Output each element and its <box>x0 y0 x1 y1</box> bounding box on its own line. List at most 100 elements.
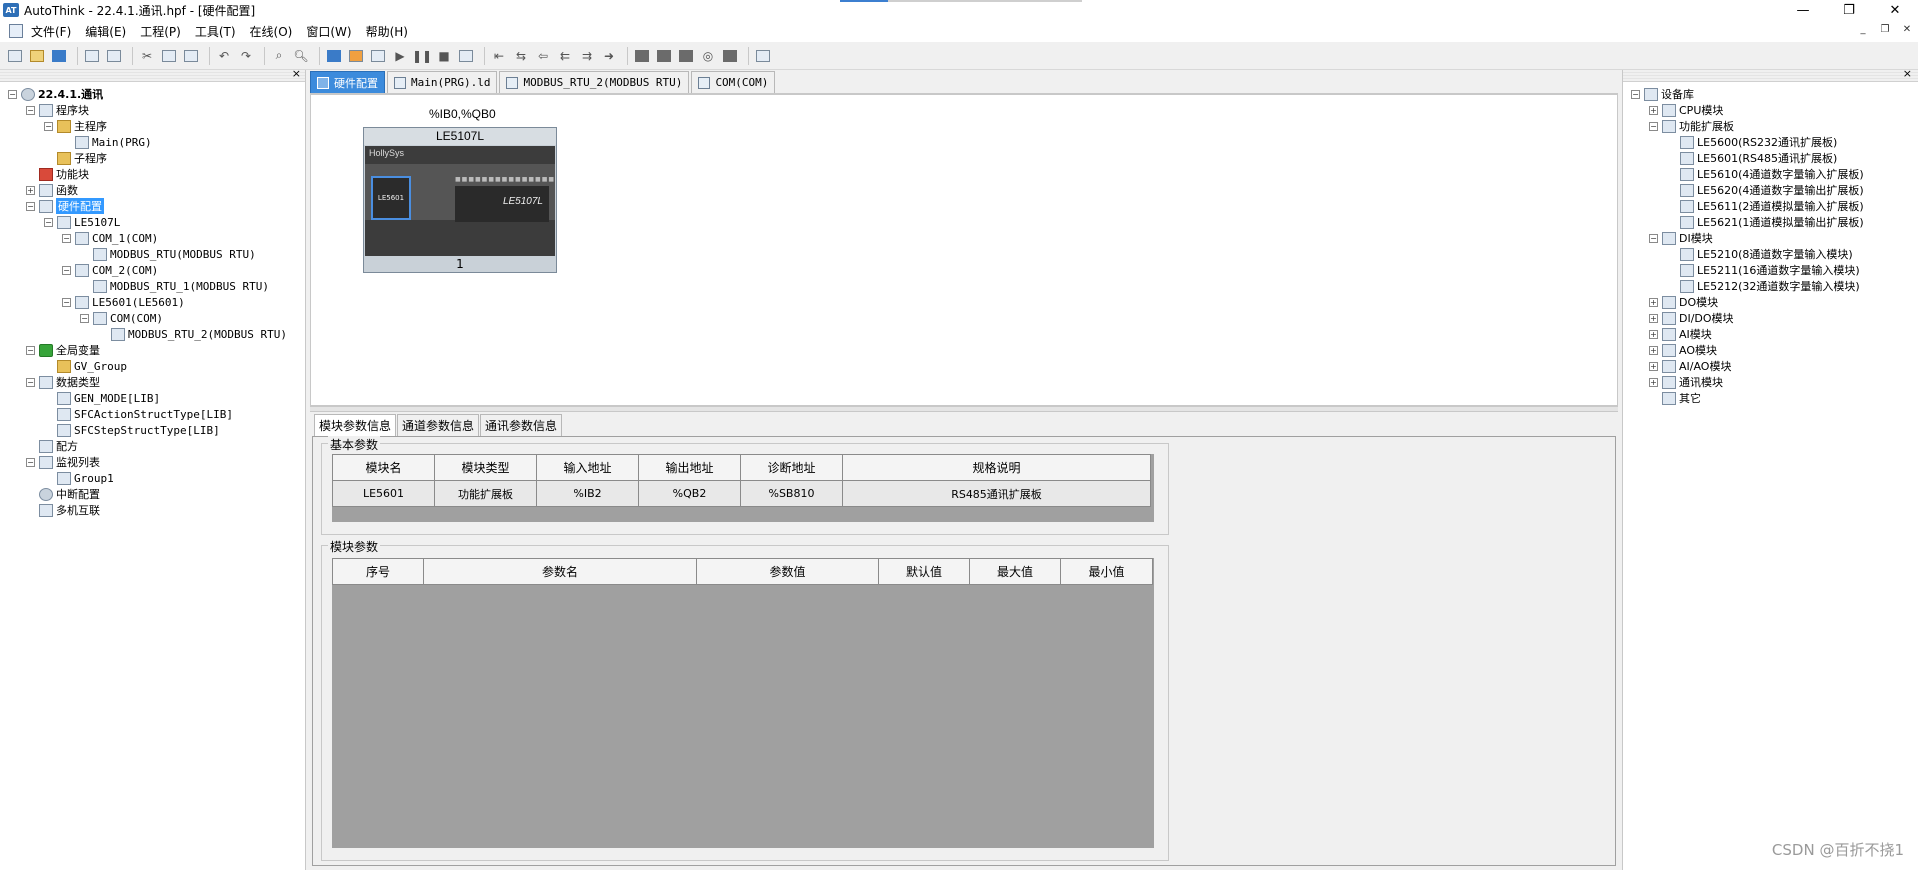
menu-file[interactable]: 文件(F) <box>31 23 71 40</box>
mdi-close-button[interactable]: ✕ <box>1896 24 1918 35</box>
library-item[interactable]: LE5620(4通道数字量输出扩展板) <box>1667 182 1864 198</box>
column-header[interactable]: 诊断地址 <box>740 454 843 481</box>
menu-project[interactable]: 工程(P) <box>140 23 181 40</box>
tree-item[interactable]: − 数据类型 <box>26 374 100 390</box>
expand-icon[interactable]: + <box>1649 105 1658 115</box>
expand-icon[interactable]: + <box>1649 297 1658 307</box>
collapse-icon[interactable]: − <box>8 89 17 99</box>
layout-2-icon[interactable] <box>655 47 673 65</box>
tree-item[interactable]: − LE5601(LE5601) <box>62 294 185 310</box>
column-header[interactable]: 最大值 <box>969 558 1061 585</box>
hardware-config-canvas[interactable]: %IB0,%QB0 LE5107L HollySys ■■■■■■■■■■■■■… <box>310 94 1618 406</box>
compile-icon[interactable] <box>325 47 343 65</box>
close-panel-icon[interactable]: × <box>1903 67 1912 80</box>
open-folder-icon[interactable] <box>28 47 46 65</box>
minimize-button[interactable]: — <box>1780 0 1826 20</box>
close-panel-icon[interactable]: × <box>292 67 301 80</box>
expand-icon[interactable]: + <box>1649 361 1658 371</box>
collapse-icon[interactable]: − <box>26 105 35 115</box>
library-item[interactable]: LE5211(16通道数字量输入模块) <box>1667 262 1860 278</box>
collapse-icon[interactable]: − <box>62 265 71 275</box>
column-header[interactable]: 规格说明 <box>842 454 1151 481</box>
column-header[interactable]: 输出地址 <box>638 454 741 481</box>
library-item[interactable]: − DI模块 <box>1649 230 1713 246</box>
library-item[interactable]: 其它 <box>1649 390 1701 406</box>
step-back-icon[interactable]: ⇇ <box>556 47 574 65</box>
tree-item[interactable]: MODBUS_RTU(MODBUS RTU) <box>80 246 256 262</box>
screen-icon[interactable] <box>754 47 772 65</box>
tree-item[interactable]: − COM(COM) <box>80 310 163 326</box>
collapse-icon[interactable]: − <box>80 313 89 323</box>
tree-item[interactable]: 功能块 <box>26 166 89 182</box>
library-item[interactable]: + CPU模块 <box>1649 102 1723 118</box>
editor-tab[interactable]: 硬件配置 <box>310 71 385 93</box>
tree-item[interactable]: − 22.4.1.通讯 <box>8 86 103 102</box>
tab-module-params[interactable]: 模块参数信息 <box>314 414 397 436</box>
tree-item[interactable]: GEN_MODE[LIB] <box>44 390 160 406</box>
collapse-icon[interactable]: − <box>1649 233 1658 243</box>
menu-help[interactable]: 帮助(H) <box>366 23 408 40</box>
search-icon[interactable]: 🔍︎ <box>292 47 310 65</box>
library-item[interactable]: LE5212(32通道数字量输入模块) <box>1667 278 1860 294</box>
menu-tools[interactable]: 工具(T) <box>195 23 236 40</box>
layout-3-icon[interactable] <box>677 47 695 65</box>
collapse-icon[interactable]: − <box>62 233 71 243</box>
tree-item[interactable]: SFCStepStructType[LIB] <box>44 422 220 438</box>
cut-icon[interactable]: ✂ <box>138 47 156 65</box>
tree-item[interactable]: 子程序 <box>44 150 107 166</box>
column-header[interactable]: 序号 <box>332 558 424 585</box>
expansion-slot[interactable]: LE5601 <box>371 176 411 220</box>
library-item[interactable]: + 通讯模块 <box>1649 374 1723 390</box>
table-cell[interactable]: RS485通讯扩展板 <box>842 480 1151 507</box>
library-item[interactable]: LE5210(8通道数字量输入模块) <box>1667 246 1853 262</box>
run-to-icon[interactable]: ➜ <box>600 47 618 65</box>
table-cell[interactable]: LE5601 <box>332 480 435 507</box>
editor-tab[interactable]: MODBUS_RTU_2(MODBUS RTU) <box>499 71 690 93</box>
mdi-minimize-button[interactable]: _ <box>1852 24 1874 35</box>
tree-item[interactable]: − LE5107L <box>44 214 120 230</box>
collapse-icon[interactable]: − <box>44 217 53 227</box>
monitor-icon[interactable] <box>457 47 475 65</box>
editor-tab[interactable]: COM(COM) <box>691 71 776 93</box>
expand-icon[interactable]: + <box>1649 345 1658 355</box>
tree-item[interactable]: − COM_1(COM) <box>62 230 158 246</box>
library-item[interactable]: LE5601(RS485通讯扩展板) <box>1667 150 1837 166</box>
library-item[interactable]: + DI/DO模块 <box>1649 310 1734 326</box>
expand-icon[interactable]: + <box>1649 329 1658 339</box>
column-header[interactable]: 最小值 <box>1060 558 1153 585</box>
library-item[interactable]: LE5600(RS232通讯扩展板) <box>1667 134 1837 150</box>
tree-item[interactable]: − 硬件配置 <box>26 198 104 214</box>
menu-window[interactable]: 窗口(W) <box>306 23 351 40</box>
collapse-icon[interactable]: − <box>62 297 71 307</box>
column-header[interactable]: 输入地址 <box>536 454 639 481</box>
tree-item[interactable]: SFCActionStructType[LIB] <box>44 406 233 422</box>
undo-icon[interactable]: ↶ <box>215 47 233 65</box>
menu-online[interactable]: 在线(O) <box>250 23 293 40</box>
tree-item[interactable]: Group1 <box>44 470 114 486</box>
library-item[interactable]: + DO模块 <box>1649 294 1718 310</box>
table-cell[interactable]: 功能扩展板 <box>434 480 537 507</box>
maximize-button[interactable]: ❐ <box>1826 0 1872 20</box>
library-item[interactable]: LE5621(1通道模拟量输出扩展板) <box>1667 214 1864 230</box>
tree-item[interactable]: − 程序块 <box>26 102 89 118</box>
tree-item[interactable]: 多机互联 <box>26 502 100 518</box>
library-item[interactable]: + AO模块 <box>1649 342 1717 358</box>
step-next-icon[interactable]: ⇉ <box>578 47 596 65</box>
tree-item[interactable]: Main(PRG) <box>62 134 152 150</box>
expand-icon[interactable]: + <box>26 185 35 195</box>
tree-item[interactable]: − 主程序 <box>44 118 107 134</box>
tree-item[interactable]: 中断配置 <box>26 486 100 502</box>
collapse-icon[interactable]: − <box>26 345 35 355</box>
module-params-grid-area[interactable] <box>332 558 1154 848</box>
tree-item[interactable]: MODBUS_RTU_2(MODBUS RTU) <box>98 326 287 342</box>
column-header[interactable]: 模块类型 <box>434 454 537 481</box>
expand-icon[interactable]: + <box>1649 313 1658 323</box>
new-file-icon[interactable] <box>6 47 24 65</box>
collapse-icon[interactable]: − <box>44 121 53 131</box>
column-header[interactable]: 参数值 <box>696 558 879 585</box>
copy-icon[interactable] <box>160 47 178 65</box>
paste-icon[interactable] <box>182 47 200 65</box>
column-header[interactable]: 参数名 <box>423 558 697 585</box>
table-cell[interactable]: %QB2 <box>638 480 741 507</box>
library-item[interactable]: LE5610(4通道数字量输入扩展板) <box>1667 166 1864 182</box>
